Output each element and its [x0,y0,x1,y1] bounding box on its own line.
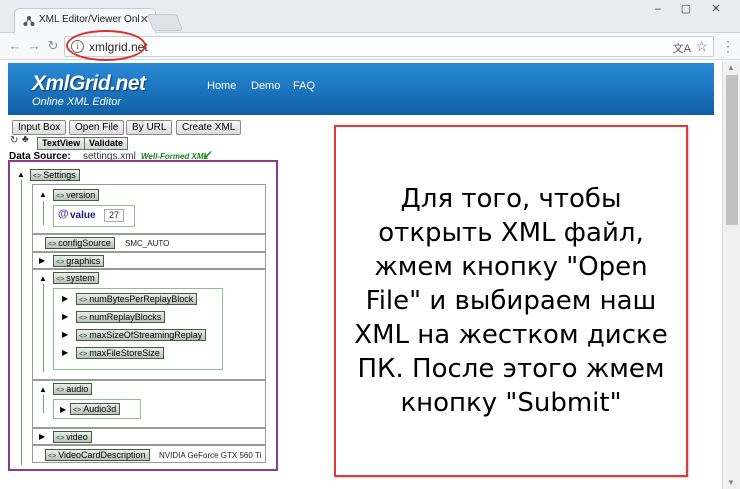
graphics-row: ▶ <> graphics [32,252,266,269]
node-numbytesperreplayblock[interactable]: <> numBytesPerReplayBlock [76,293,198,305]
textview-button[interactable]: TextView [37,137,86,150]
instruction-callout: Для того, чтобы открыть XML файл, жмем к… [334,125,688,477]
tree-line [43,201,44,225]
open-file-button[interactable]: Open File [69,120,125,135]
attribute-icon: @ [58,208,69,220]
expand-icon[interactable]: ▶ [62,331,68,339]
node-system[interactable]: <> system [53,272,99,284]
system-container: ▲ <> system ▶ <> numBytesPerReplayBlock ▶ … [32,269,266,380]
minimize-icon[interactable]: – [648,2,668,16]
site-logo-subtitle: Online XML Editor [32,96,122,108]
forward-icon[interactable]: → [27,39,41,53]
collapse-icon[interactable]: ▲ [39,191,47,199]
tree-line [43,395,44,413]
attribute-value[interactable]: 27 [104,209,125,222]
tree-line [43,284,44,372]
site-banner: XmlGrid.net Online XML Editor Home Demo … [8,63,714,115]
create-xml-button[interactable]: Create XML [176,120,242,135]
node-settings[interactable]: <> Settings [30,169,80,181]
reload-icon[interactable]: ↻ [46,39,60,53]
node-audio3d[interactable]: <> Audio3d [70,403,121,415]
input-box-button[interactable]: Input Box [12,120,67,135]
by-url-button[interactable]: By URL [126,120,173,135]
expand-icon[interactable]: ▶ [39,257,45,265]
scroll-thumb[interactable] [726,75,738,225]
scroll-up-icon[interactable]: ▲ [727,63,735,72]
browser-tab[interactable]: XML Editor/Viewer Online ✕ [14,8,156,33]
node-maxsizeofstreamingreplay[interactable]: <> maxSizeOfStreamingReplay [76,329,207,341]
system-children: ▶ <> numBytesPerReplayBlock ▶ <> numReplay… [53,288,223,370]
tree-view-icon[interactable]: ♣ [22,134,29,145]
node-maxfilestoresize[interactable]: <> maxFileStoreSize [76,347,164,359]
node-video[interactable]: <> video [53,431,92,443]
page-content: XmlGrid.net Online XML Editor Home Demo … [0,61,722,489]
translate-icon[interactable]: 文A [673,40,691,56]
xml-grid: ▲ <> Settings ▲ <> version @ value 27 <> co… [8,160,278,471]
node-videocarddescription[interactable]: <> VideoCardDescription [45,449,150,461]
nav-demo-link[interactable]: Demo [251,80,280,92]
new-tab-button[interactable] [146,14,184,31]
tree-line [21,180,22,465]
node-audio[interactable]: <> audio [53,383,93,395]
browser-titlebar: XML Editor/Viewer Online ✕ – ▢ ✕ [0,0,740,33]
expand-icon[interactable]: ▶ [62,313,68,321]
videocard-value[interactable]: NVIDIA GeForce GTX 560 Ti [159,451,261,460]
url-highlight-circle [66,30,146,61]
tab-title: XML Editor/Viewer Online [39,14,139,25]
scroll-down-icon[interactable]: ▼ [727,478,735,487]
menu-icon[interactable]: · · · [726,35,732,57]
node-graphics[interactable]: <> graphics [53,255,105,267]
nav-faq-link[interactable]: FAQ [293,80,315,92]
collapse-icon[interactable]: ▲ [39,386,47,394]
node-version[interactable]: <> version [53,189,100,201]
configsource-value[interactable]: SMC_AUTO [125,239,169,248]
node-configsource[interactable]: <> configSource [45,237,115,249]
collapse-icon[interactable]: ▲ [17,171,25,179]
collapse-icon[interactable]: ▲ [39,275,47,283]
version-container: ▲ <> version @ value 27 [32,184,266,234]
node-numreplayblocks[interactable]: <> numReplayBlocks [76,311,166,323]
expand-icon[interactable]: ▶ [62,295,68,303]
videocard-row: <> VideoCardDescription NVIDIA GeForce GT… [32,445,266,463]
video-row: ▶ <> video [32,428,266,445]
audio-children: ▶ <> Audio3d [53,399,141,419]
star-icon[interactable]: ☆ [695,38,708,55]
refresh-icon[interactable]: ↻ [10,135,18,146]
validate-button[interactable]: Validate [84,137,129,150]
nav-home-link[interactable]: Home [207,80,236,92]
audio-container: ▲ <> audio ▶ <> Audio3d [32,380,266,428]
expand-icon[interactable]: ▶ [62,349,68,357]
address-bar[interactable]: i xmlgrid.net 文A ☆ [64,36,714,57]
attribute-name[interactable]: value [70,210,96,221]
expand-icon[interactable]: ▶ [60,406,66,414]
maximize-icon[interactable]: ▢ [676,2,696,16]
back-icon[interactable]: ← [8,39,22,53]
attribute-row: @ value 27 [53,205,135,227]
site-favicon-icon [23,16,35,26]
page-scrollbar[interactable]: ▲ ▼ [722,61,740,489]
close-window-icon[interactable]: ✕ [706,2,726,16]
callout-text: Для того, чтобы открыть XML файл, жмем к… [354,184,668,418]
expand-icon[interactable]: ▶ [39,433,45,441]
configsource-row: <> configSource SMC_AUTO [32,234,266,252]
site-logo[interactable]: XmlGrid.net [32,72,146,96]
